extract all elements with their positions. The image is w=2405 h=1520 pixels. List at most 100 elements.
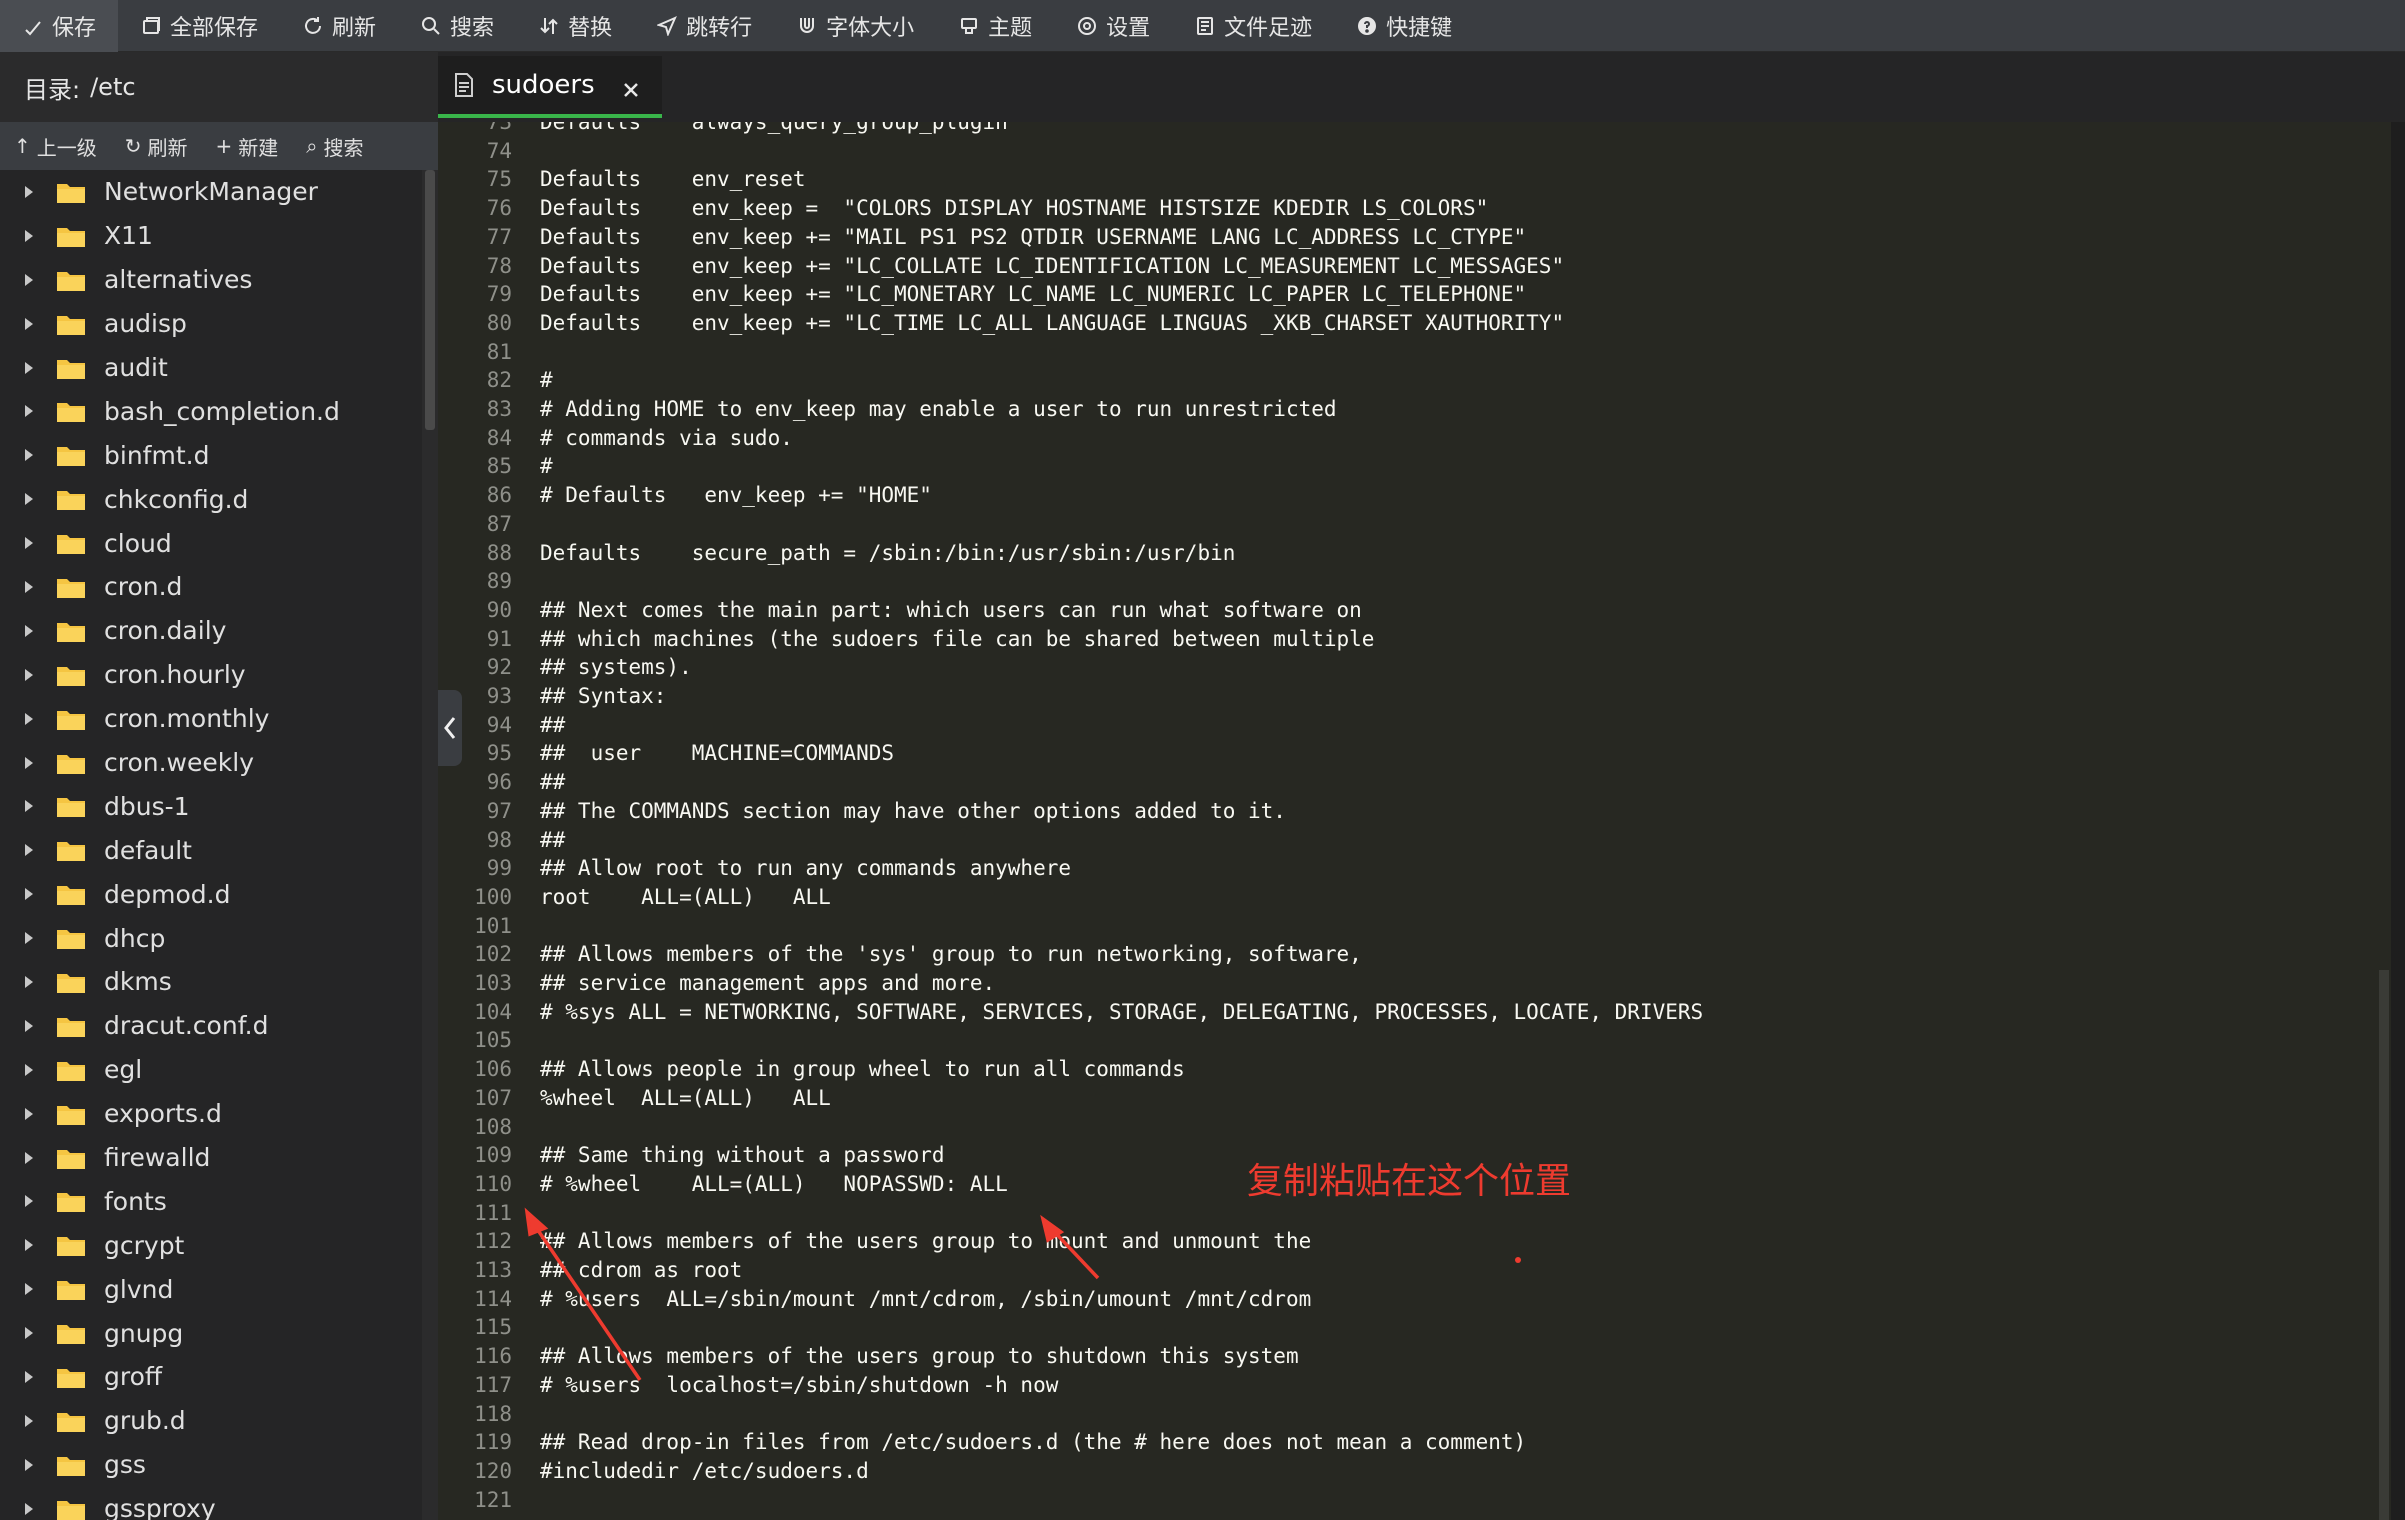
code-line[interactable]: 80 Defaults env_keep += "LC_TIME LC_ALL L… bbox=[438, 309, 2391, 338]
line-text[interactable]: # %users ALL=/sbin/mount /mnt/cdrom, /sb… bbox=[540, 1285, 1311, 1314]
toolbar-button-goto-line[interactable]: 跳转行 bbox=[634, 0, 774, 52]
line-text[interactable]: ## cdrom as root bbox=[540, 1256, 742, 1285]
code-line[interactable]: 85 # bbox=[438, 452, 2391, 481]
code-line[interactable]: 78 Defaults env_keep += "LC_COLLATE LC_ID… bbox=[438, 252, 2391, 281]
toolbar-button-font-size[interactable]: 字体大小 bbox=[774, 0, 936, 52]
code-line[interactable]: 93 ## Syntax: bbox=[438, 682, 2391, 711]
line-text[interactable]: ## The COMMANDS section may have other o… bbox=[540, 797, 1286, 826]
line-text[interactable]: Defaults always_query_group_plugin bbox=[540, 122, 1008, 137]
code-line[interactable]: 90 ## Next comes the main part: which use… bbox=[438, 596, 2391, 625]
tab-sudoers[interactable]: sudoers bbox=[438, 56, 662, 118]
chevron-right-icon[interactable] bbox=[22, 756, 36, 770]
code-line[interactable]: 84 # commands via sudo. bbox=[438, 424, 2391, 453]
toolbar-button-save[interactable]: 保存 bbox=[0, 0, 119, 52]
code-line[interactable]: 95 ## user MACHINE=COMMANDS bbox=[438, 739, 2391, 768]
code-line[interactable]: 107 %wheel ALL=(ALL) ALL bbox=[438, 1084, 2391, 1113]
tree-item[interactable]: cloud bbox=[0, 521, 422, 565]
line-text[interactable]: ## user MACHINE=COMMANDS bbox=[540, 739, 894, 768]
code-line[interactable]: 99 ## Allow root to run any commands anyw… bbox=[438, 854, 2391, 883]
line-text[interactable]: # Adding HOME to env_keep may enable a u… bbox=[540, 395, 1337, 424]
code-line[interactable]: 119 ## Read drop-in files from /etc/sudoe… bbox=[438, 1428, 2391, 1457]
chevron-right-icon[interactable] bbox=[22, 624, 36, 638]
tree-item[interactable]: glvnd bbox=[0, 1267, 422, 1311]
close-icon[interactable] bbox=[622, 76, 640, 97]
chevron-right-icon[interactable] bbox=[22, 1063, 36, 1077]
tree-item[interactable]: cron.d bbox=[0, 565, 422, 609]
code-line[interactable]: 115 bbox=[438, 1313, 2391, 1342]
line-text[interactable]: # bbox=[540, 366, 553, 395]
tree-item[interactable]: groff bbox=[0, 1355, 422, 1399]
tree-item[interactable]: audisp bbox=[0, 302, 422, 346]
code-line[interactable]: 102 ## Allows members of the 'sys' group … bbox=[438, 940, 2391, 969]
collapse-sidebar-button[interactable] bbox=[438, 690, 462, 766]
line-text[interactable]: ## bbox=[540, 826, 565, 855]
code-line[interactable]: 74 bbox=[438, 137, 2391, 166]
code-line[interactable]: 96 ## bbox=[438, 768, 2391, 797]
chevron-right-icon[interactable] bbox=[22, 1238, 36, 1252]
code-line[interactable]: 101 bbox=[438, 912, 2391, 941]
chevron-right-icon[interactable] bbox=[22, 448, 36, 462]
tree-item[interactable]: gssproxy bbox=[0, 1487, 422, 1520]
chevron-right-icon[interactable] bbox=[22, 1326, 36, 1340]
sidebar-scrollbar[interactable] bbox=[422, 170, 438, 1520]
code-line[interactable]: 112 ## Allows members of the users group … bbox=[438, 1227, 2391, 1256]
tree-item[interactable]: dkms bbox=[0, 960, 422, 1004]
toolbar-button-theme[interactable]: 主题 bbox=[936, 0, 1054, 52]
tree-item[interactable]: gcrypt bbox=[0, 1223, 422, 1267]
toolbar-button-save-all[interactable]: 全部保存 bbox=[118, 0, 280, 52]
code-line[interactable]: 104 # %sys ALL = NETWORKING, SOFTWARE, SE… bbox=[438, 998, 2391, 1027]
line-text[interactable]: ## which machines (the sudoers file can … bbox=[540, 625, 1374, 654]
code-line[interactable]: 92 ## systems). bbox=[438, 653, 2391, 682]
chevron-right-icon[interactable] bbox=[22, 580, 36, 594]
line-text[interactable]: Defaults env_keep += "LC_MONETARY LC_NAM… bbox=[540, 280, 1526, 309]
chevron-right-icon[interactable] bbox=[22, 1282, 36, 1296]
tree-item[interactable]: cron.hourly bbox=[0, 653, 422, 697]
code-line[interactable]: 113 ## cdrom as root bbox=[438, 1256, 2391, 1285]
line-text[interactable]: ## systems). bbox=[540, 653, 692, 682]
code-line[interactable]: 108 bbox=[438, 1113, 2391, 1142]
line-text[interactable]: #includedir /etc/sudoers.d bbox=[540, 1457, 869, 1486]
chevron-right-icon[interactable] bbox=[22, 229, 36, 243]
line-text[interactable]: %wheel ALL=(ALL) ALL bbox=[540, 1084, 831, 1113]
tree-item[interactable]: cron.weekly bbox=[0, 741, 422, 785]
tree-item[interactable]: dracut.conf.d bbox=[0, 1004, 422, 1048]
chevron-right-icon[interactable] bbox=[22, 1107, 36, 1121]
chevron-right-icon[interactable] bbox=[22, 975, 36, 989]
chevron-right-icon[interactable] bbox=[22, 931, 36, 945]
tree-item[interactable]: cron.monthly bbox=[0, 697, 422, 741]
code-line[interactable]: 97 ## The COMMANDS section may have other… bbox=[438, 797, 2391, 826]
chevron-right-icon[interactable] bbox=[22, 1019, 36, 1033]
tree-item[interactable]: egl bbox=[0, 1048, 422, 1092]
code-line[interactable]: 75 Defaults env_reset bbox=[438, 165, 2391, 194]
line-text[interactable]: Defaults env_reset bbox=[540, 165, 806, 194]
line-text[interactable]: ## bbox=[540, 711, 565, 740]
tree-item[interactable]: dbus-1 bbox=[0, 784, 422, 828]
code-editor[interactable]: 73 Defaults always_query_group_plugin 74 75… bbox=[438, 122, 2391, 1520]
tree-item[interactable]: binfmt.d bbox=[0, 433, 422, 477]
chevron-right-icon[interactable] bbox=[22, 668, 36, 682]
chevron-right-icon[interactable] bbox=[22, 1370, 36, 1384]
line-text[interactable]: # %users localhost=/sbin/shutdown -h now bbox=[540, 1371, 1058, 1400]
code-line[interactable]: 98 ## bbox=[438, 826, 2391, 855]
toolbar-button-replace[interactable]: 替换 bbox=[516, 0, 634, 52]
tree-item[interactable]: firewalld bbox=[0, 1136, 422, 1180]
code-line[interactable]: 118 bbox=[438, 1400, 2391, 1429]
code-line[interactable]: 83 # Adding HOME to env_keep may enable a… bbox=[438, 395, 2391, 424]
line-text[interactable]: Defaults secure_path = /sbin:/bin:/usr/s… bbox=[540, 539, 1235, 568]
code-line[interactable]: 120 #includedir /etc/sudoers.d bbox=[438, 1457, 2391, 1486]
code-line[interactable]: 73 Defaults always_query_group_plugin bbox=[438, 122, 2391, 137]
line-text[interactable]: # bbox=[540, 452, 553, 481]
line-text[interactable]: # Defaults env_keep += "HOME" bbox=[540, 481, 932, 510]
line-text[interactable]: ## Allows people in group wheel to run a… bbox=[540, 1055, 1185, 1084]
chevron-right-icon[interactable] bbox=[22, 712, 36, 726]
line-text[interactable]: ## Same thing without a password bbox=[540, 1141, 945, 1170]
tree-item[interactable]: bash_completion.d bbox=[0, 389, 422, 433]
toolbar-button-history[interactable]: 文件足迹 bbox=[1172, 0, 1334, 52]
chevron-right-icon[interactable] bbox=[22, 1194, 36, 1208]
tree-item[interactable]: alternatives bbox=[0, 258, 422, 302]
chevron-right-icon[interactable] bbox=[22, 361, 36, 375]
code-line[interactable]: 121 bbox=[438, 1486, 2391, 1515]
tree-item[interactable]: grub.d bbox=[0, 1399, 422, 1443]
line-text[interactable]: ## Syntax: bbox=[540, 682, 666, 711]
sidebar-action-search[interactable]: ⌕ 搜索 bbox=[292, 122, 377, 170]
